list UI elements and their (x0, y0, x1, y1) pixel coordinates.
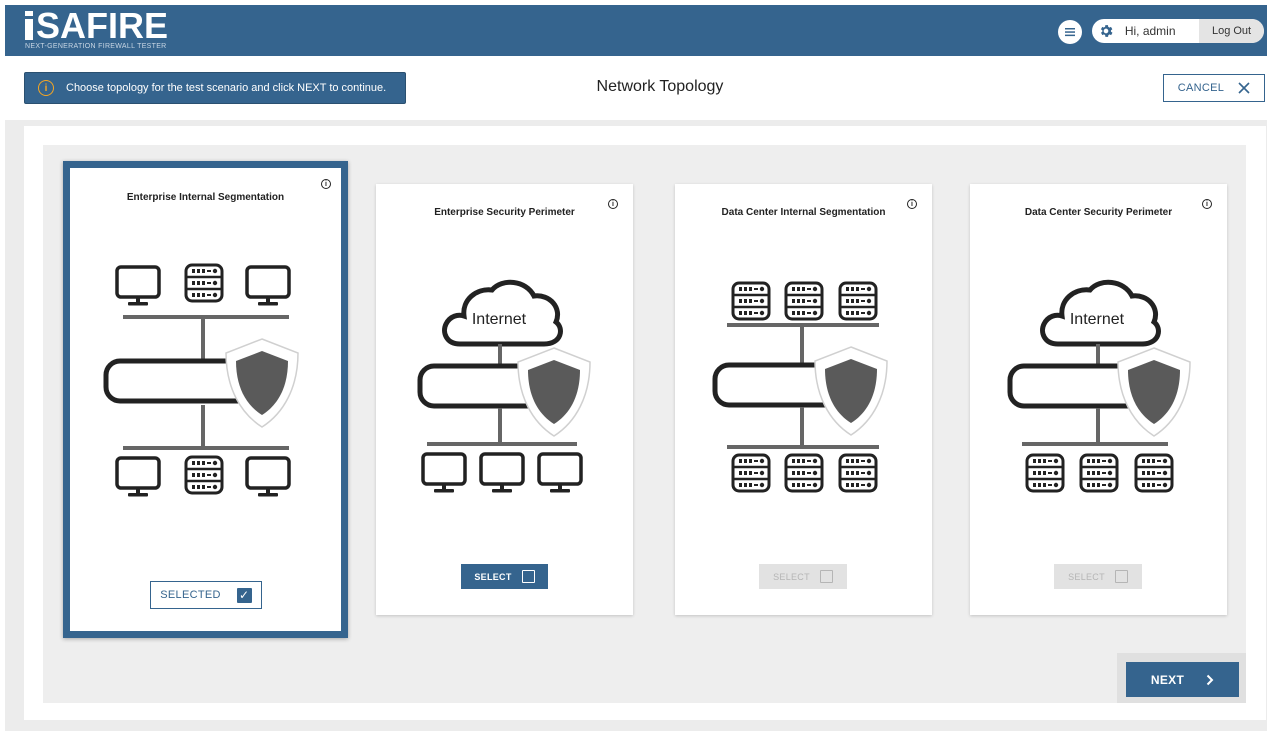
info-icon[interactable]: i (321, 179, 331, 189)
button-label: SELECTED (160, 589, 221, 601)
checkbox-icon (1114, 570, 1128, 583)
select-button[interactable]: SELECT (759, 564, 847, 589)
card-title: Enterprise Internal Segmentation (126, 192, 285, 203)
app-header: SAFIRE NEXT-GENERATION FIREWALL TESTER H… (5, 5, 1267, 56)
info-icon[interactable]: i (608, 199, 618, 209)
topology-card-enterprise-security-perimeter[interactable]: Enterprise Security Perimeter i Internet… (376, 184, 633, 615)
instruction-text: Choose topology for the test scenario an… (66, 82, 387, 94)
chevron-right-icon (1206, 674, 1214, 685)
checkbox-icon (521, 570, 535, 583)
logout-button[interactable]: Log Out (1199, 19, 1264, 43)
topology-card-enterprise-internal-segmentation[interactable]: Enterprise Internal Segmentation i SELEC… (63, 161, 348, 638)
card-title: Data Center Security Perimeter (1024, 207, 1173, 218)
selected-button[interactable]: SELECTED ✓ (150, 581, 262, 609)
next-label: NEXT (1150, 672, 1185, 687)
instruction-banner: i Choose topology for the test scenario … (24, 72, 406, 104)
select-button[interactable]: SELECT (461, 564, 548, 589)
button-label: SELECT (1068, 571, 1105, 582)
select-button[interactable]: SELECT (1054, 564, 1142, 589)
page-title: Network Topology (596, 78, 724, 95)
settings-button[interactable] (1092, 19, 1120, 43)
menu-icon (1065, 28, 1075, 37)
close-icon (1238, 82, 1250, 94)
cancel-button[interactable]: CANCEL (1163, 74, 1265, 102)
info-icon[interactable]: i (1202, 199, 1212, 209)
topology-card-data-center-security-perimeter[interactable]: Data Center Security Perimeter i Interne… (970, 184, 1227, 615)
cloud-label: Internet (472, 311, 527, 328)
safire-logo: SAFIRE NEXT-GENERATION FIREWALL TESTER (25, 5, 169, 50)
checkbox-icon: ✓ (236, 587, 252, 603)
user-menu: Hi, admin Log Out (1092, 19, 1264, 43)
topology-diagram: Internet (376, 274, 591, 495)
button-label: SELECT (773, 571, 810, 582)
topology-diagram (70, 263, 299, 499)
card-title: Data Center Internal Segmentation (721, 207, 886, 218)
checkbox-icon (819, 570, 833, 583)
info-icon[interactable]: i (907, 199, 917, 209)
info-icon: i (38, 80, 54, 96)
topology-card-data-center-internal-segmentation[interactable]: Data Center Internal Segmentation i SELE… (675, 184, 932, 615)
next-button[interactable]: NEXT (1126, 662, 1239, 697)
cancel-label: CANCEL (1177, 82, 1225, 94)
menu-button[interactable] (1058, 20, 1082, 44)
button-label: SELECT (474, 571, 512, 582)
topology-diagram: Internet (970, 274, 1191, 493)
topology-diagram (675, 281, 888, 493)
cloud-label: Internet (1070, 311, 1125, 328)
card-title: Enterprise Security Perimeter (434, 207, 575, 218)
gear-icon (1100, 25, 1113, 37)
greeting: Hi, admin (1124, 24, 1176, 38)
